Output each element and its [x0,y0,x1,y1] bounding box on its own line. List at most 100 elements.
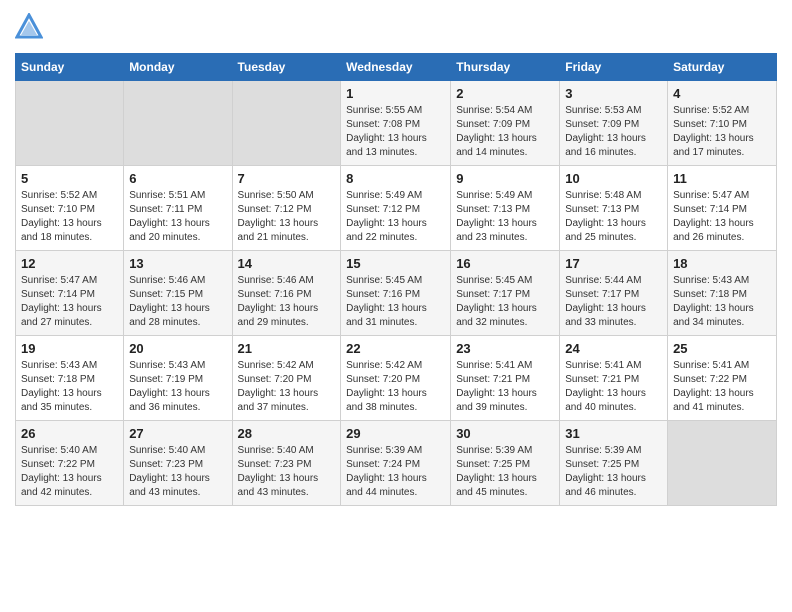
week-row-3: 12 Sunrise: 5:47 AM Sunset: 7:14 PM Dayli… [16,251,777,336]
day-number: 14 [238,256,336,271]
day-info: Sunrise: 5:41 AM Sunset: 7:22 PM Dayligh… [673,359,771,415]
day-number: 26 [21,426,118,441]
calendar-cell [668,421,777,506]
day-number: 27 [129,426,226,441]
day-info: Sunrise: 5:54 AM Sunset: 7:09 PM Dayligh… [456,104,554,160]
day-info: Sunrise: 5:43 AM Sunset: 7:18 PM Dayligh… [673,274,771,330]
day-info: Sunrise: 5:41 AM Sunset: 7:21 PM Dayligh… [456,359,554,415]
day-number: 28 [238,426,336,441]
day-info: Sunrise: 5:43 AM Sunset: 7:19 PM Dayligh… [129,359,226,415]
calendar-cell: 23 Sunrise: 5:41 AM Sunset: 7:21 PM Dayli… [451,336,560,421]
calendar-cell: 21 Sunrise: 5:42 AM Sunset: 7:20 PM Dayli… [232,336,341,421]
calendar-cell: 1 Sunrise: 5:55 AM Sunset: 7:08 PM Daylig… [341,81,451,166]
day-info: Sunrise: 5:43 AM Sunset: 7:18 PM Dayligh… [21,359,118,415]
day-info: Sunrise: 5:52 AM Sunset: 7:10 PM Dayligh… [673,104,771,160]
day-number: 13 [129,256,226,271]
day-number: 20 [129,341,226,356]
day-info: Sunrise: 5:42 AM Sunset: 7:20 PM Dayligh… [238,359,336,415]
day-info: Sunrise: 5:46 AM Sunset: 7:16 PM Dayligh… [238,274,336,330]
calendar-cell: 10Sunrise: 5:48 AM Sunset: 7:13 PM Dayli… [560,166,668,251]
calendar-cell: 18Sunrise: 5:43 AM Sunset: 7:18 PM Dayli… [668,251,777,336]
calendar-cell: 4 Sunrise: 5:52 AM Sunset: 7:10 PM Daylig… [668,81,777,166]
calendar-cell: 25 Sunrise: 5:41 AM Sunset: 7:22 PM Dayli… [668,336,777,421]
calendar-cell: 19 Sunrise: 5:43 AM Sunset: 7:18 PM Dayli… [16,336,124,421]
header-cell-saturday: Saturday [668,54,777,81]
day-info: Sunrise: 5:53 AM Sunset: 7:09 PM Dayligh… [565,104,662,160]
calendar-cell: 16 Sunrise: 5:45 AM Sunset: 7:17 PM Dayli… [451,251,560,336]
day-number: 23 [456,341,554,356]
day-info: Sunrise: 5:55 AM Sunset: 7:08 PM Dayligh… [346,104,445,160]
day-number: 2 [456,86,554,101]
calendar-cell: 15 Sunrise: 5:45 AM Sunset: 7:16 PM Dayli… [341,251,451,336]
calendar-cell: 28 Sunrise: 5:40 AM Sunset: 7:23 PM Dayli… [232,421,341,506]
day-info: Sunrise: 5:50 AM Sunset: 7:12 PM Dayligh… [238,189,336,245]
day-info: Sunrise: 5:40 AM Sunset: 7:23 PM Dayligh… [129,444,226,500]
calendar-cell: 22 Sunrise: 5:42 AM Sunset: 7:20 PM Dayli… [341,336,451,421]
day-number: 21 [238,341,336,356]
day-info: Sunrise: 5:45 AM Sunset: 7:16 PM Dayligh… [346,274,445,330]
day-info: Sunrise: 5:49 AM Sunset: 7:12 PM Dayligh… [346,189,445,245]
day-number: 6 [129,171,226,186]
day-number: 29 [346,426,445,441]
day-info: Sunrise: 5:45 AM Sunset: 7:17 PM Dayligh… [456,274,554,330]
day-number: 5 [21,171,118,186]
day-number: 25 [673,341,771,356]
day-number: 22 [346,341,445,356]
calendar-cell: 5 Sunrise: 5:52 AM Sunset: 7:10 PM Daylig… [16,166,124,251]
day-number: 31 [565,426,662,441]
header-cell-friday: Friday [560,54,668,81]
calendar-cell: 6 Sunrise: 5:51 AM Sunset: 7:11 PM Daylig… [124,166,232,251]
day-info: Sunrise: 5:40 AM Sunset: 7:23 PM Dayligh… [238,444,336,500]
calendar-cell: 20 Sunrise: 5:43 AM Sunset: 7:19 PM Dayli… [124,336,232,421]
day-info: Sunrise: 5:52 AM Sunset: 7:10 PM Dayligh… [21,189,118,245]
calendar-cell: 14 Sunrise: 5:46 AM Sunset: 7:16 PM Dayli… [232,251,341,336]
calendar-cell: 26 Sunrise: 5:40 AM Sunset: 7:22 PM Dayli… [16,421,124,506]
day-info: Sunrise: 5:41 AM Sunset: 7:21 PM Dayligh… [565,359,662,415]
calendar-cell: 12 Sunrise: 5:47 AM Sunset: 7:14 PM Dayli… [16,251,124,336]
day-number: 9 [456,171,554,186]
day-info: Sunrise: 5:42 AM Sunset: 7:20 PM Dayligh… [346,359,445,415]
calendar-cell: 27 Sunrise: 5:40 AM Sunset: 7:23 PM Dayli… [124,421,232,506]
day-info: Sunrise: 5:39 AM Sunset: 7:25 PM Dayligh… [456,444,554,500]
calendar-cell: 2 Sunrise: 5:54 AM Sunset: 7:09 PM Daylig… [451,81,560,166]
header-cell-monday: Monday [124,54,232,81]
calendar-cell: 24 Sunrise: 5:41 AM Sunset: 7:21 PM Dayli… [560,336,668,421]
day-number: 4 [673,86,771,101]
logo-icon [15,13,43,41]
day-number: 1 [346,86,445,101]
day-info: Sunrise: 5:49 AM Sunset: 7:13 PM Dayligh… [456,189,554,245]
day-number: 19 [21,341,118,356]
calendar-cell: 11Sunrise: 5:47 AM Sunset: 7:14 PM Dayli… [668,166,777,251]
day-number: 11 [673,171,771,186]
day-info: Sunrise: 5:44 AM Sunset: 7:17 PM Dayligh… [565,274,662,330]
header-cell-thursday: Thursday [451,54,560,81]
calendar-cell [124,81,232,166]
day-number: 12 [21,256,118,271]
calendar-cell [16,81,124,166]
logo [15,15,47,43]
day-number: 17 [565,256,662,271]
day-number: 3 [565,86,662,101]
day-number: 30 [456,426,554,441]
day-number: 16 [456,256,554,271]
header-cell-wednesday: Wednesday [341,54,451,81]
calendar-table: SundayMondayTuesdayWednesdayThursdayFrid… [15,53,777,506]
page-header [15,15,777,43]
calendar-cell: 13Sunrise: 5:46 AM Sunset: 7:15 PM Dayli… [124,251,232,336]
day-info: Sunrise: 5:47 AM Sunset: 7:14 PM Dayligh… [21,274,118,330]
calendar-cell: 29Sunrise: 5:39 AM Sunset: 7:24 PM Dayli… [341,421,451,506]
week-row-5: 26 Sunrise: 5:40 AM Sunset: 7:22 PM Dayli… [16,421,777,506]
day-number: 15 [346,256,445,271]
day-info: Sunrise: 5:39 AM Sunset: 7:25 PM Dayligh… [565,444,662,500]
day-info: Sunrise: 5:48 AM Sunset: 7:13 PM Dayligh… [565,189,662,245]
calendar-cell: 31 Sunrise: 5:39 AM Sunset: 7:25 PM Dayli… [560,421,668,506]
calendar-cell: 3 Sunrise: 5:53 AM Sunset: 7:09 PM Daylig… [560,81,668,166]
header-cell-sunday: Sunday [16,54,124,81]
calendar-cell [232,81,341,166]
calendar-cell: 7Sunrise: 5:50 AM Sunset: 7:12 PM Daylig… [232,166,341,251]
day-number: 24 [565,341,662,356]
day-info: Sunrise: 5:51 AM Sunset: 7:11 PM Dayligh… [129,189,226,245]
week-row-4: 19 Sunrise: 5:43 AM Sunset: 7:18 PM Dayli… [16,336,777,421]
day-info: Sunrise: 5:40 AM Sunset: 7:22 PM Dayligh… [21,444,118,500]
week-row-2: 5 Sunrise: 5:52 AM Sunset: 7:10 PM Daylig… [16,166,777,251]
